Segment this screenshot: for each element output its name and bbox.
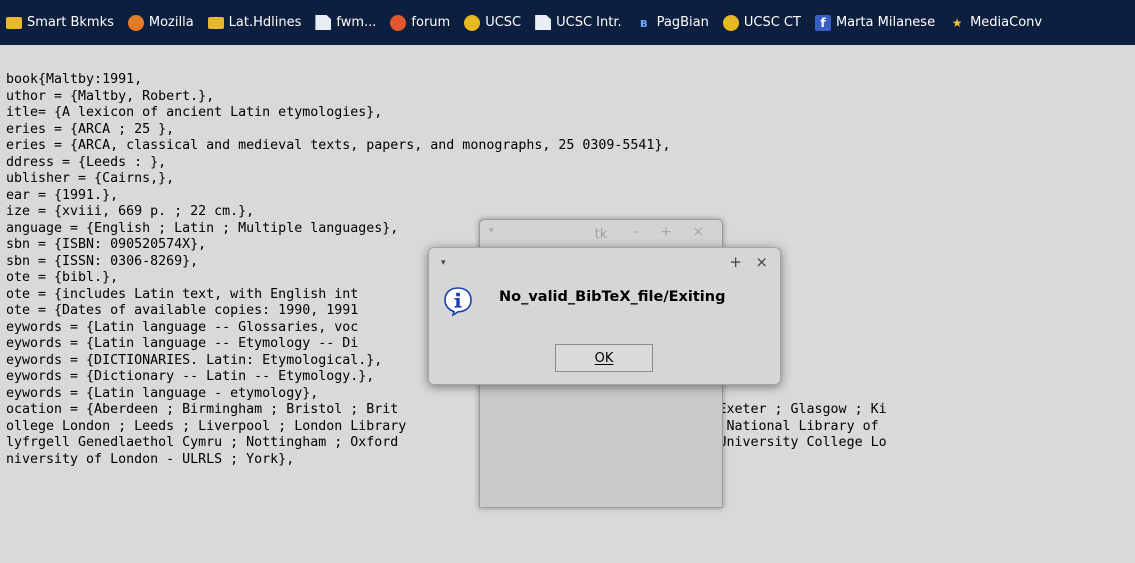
text-line: book{Maltby:1991, [6,72,143,87]
text-line: ollege London ; Leeds ; Liverpool ; Lond… [6,418,879,434]
bookmark-smart-bkmks[interactable]: Smart Bkmks [6,15,114,30]
text-line: lyfrgell Genedlaethol Cymru ; Nottingham… [6,435,887,450]
bookmark-ucsc-intr[interactable]: UCSC Intr. [535,15,622,30]
bookmark-label: fwm... [336,15,377,30]
bookmark-fwm[interactable]: fwm... [315,15,376,30]
bookmark-label: Smart Bkmks [27,15,114,30]
bookmark-label: Lat.Hdlines [228,15,302,30]
page-icon [315,15,332,30]
bookmark-mediaconv[interactable]: ★ MediaConv [949,15,1042,31]
bookmark-label: PagBian [656,15,709,30]
star-icon: ★ [951,15,963,30]
bookmark-marta-milanese[interactable]: f Marta Milanese [814,14,936,31]
page-icon [535,15,552,30]
text-line: eywords = {Latin language - etymology}, [6,385,319,401]
dialog-message: No_valid_BibTeX_file/Exiting [499,289,726,305]
ok-button-label: OK [594,350,614,366]
bookmark-forum[interactable]: forum [390,14,451,31]
bookmark-pagbian[interactable]: ʙ PagBian [636,15,709,31]
text-line: ublisher = {Cairns,}, [6,171,175,186]
ok-button[interactable]: OK [555,344,653,372]
text-line: ear = {1991.}, [6,187,119,203]
bookmark-label: forum [411,15,451,30]
folder-icon [207,16,224,29]
bookmark-ucsc[interactable]: UCSC [464,14,522,31]
info-icon [444,287,472,316]
bookmark-mozilla[interactable]: Mozilla [127,14,194,31]
mozilla-icon [127,14,144,31]
forum-icon [390,14,407,31]
text-line: uthor = {Maltby, Robert.}, [6,88,215,104]
maximize-icon[interactable]: + [729,253,742,271]
text-line: anguage = {English ; Latin ; Multiple la… [6,220,399,236]
error-dialog: ▾ + × No_valid_BibTeX_file/Exiting OK [428,247,781,385]
bookmark-ucsc-ct[interactable]: UCSC CT [722,14,801,31]
globe-icon [464,14,481,31]
bookmarks-toolbar: Smart Bkmks Mozilla Lat.Hdlines fwm... f… [0,0,1135,45]
facebook-icon: f [814,14,831,31]
close-icon[interactable]: × [755,253,768,271]
text-line: eries = {ARCA, classical and medieval te… [6,138,671,153]
window-controls[interactable]: – + × [633,224,712,240]
pagbian-icon: ʙ [639,15,648,30]
text-line: niversity of London - ULRLS ; York}, [6,451,295,467]
bookmark-label: UCSC CT [743,15,801,30]
bookmark-label: UCSC [485,15,522,30]
bookmark-lat-hdlines[interactable]: Lat.Hdlines [207,15,302,30]
bookmark-label: UCSC Intr. [556,15,622,30]
window-menu-icon[interactable]: ▾ [441,258,446,268]
text-line: ize = {xviii, 669 p. ; 22 cm.}, [6,204,255,219]
bookmark-label: MediaConv [970,15,1043,30]
folder-icon [6,16,22,29]
text-line: eries = {ARCA ; 25 }, [6,121,175,137]
text-line: ddress = {Leeds : }, [6,154,167,170]
globe-icon [722,14,739,31]
text-line: ocation = {Aberdeen ; Birmingham ; Brist… [6,402,887,417]
bookmark-label: Mozilla [148,15,194,30]
bookmark-label: Marta Milanese [835,15,936,30]
text-line: itle= {A lexicon of ancient Latin etymol… [6,105,383,120]
tk-titlebar[interactable]: ▾ tk – + × [480,220,722,248]
